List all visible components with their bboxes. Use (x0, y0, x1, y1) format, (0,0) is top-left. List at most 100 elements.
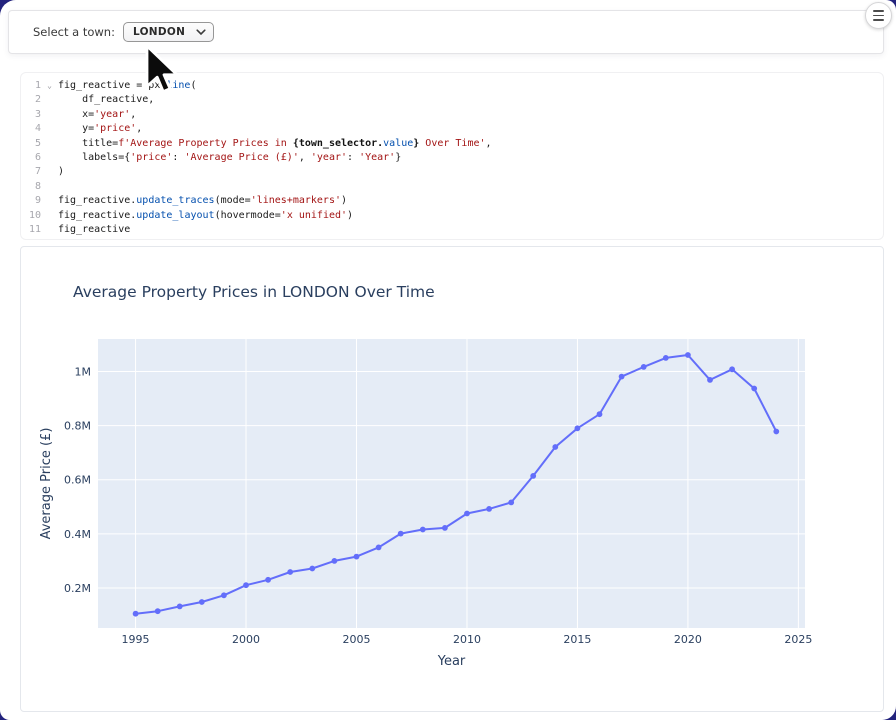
line-number: 7 (21, 165, 41, 179)
hamburger-icon (873, 19, 884, 21)
data-point[interactable] (420, 527, 426, 533)
notebook-card: Select a town: LONDON 1⌄fig_reactive = p… (0, 0, 896, 720)
code-editor[interactable]: 1⌄fig_reactive = px.line(2 df_reactive,3… (20, 72, 884, 240)
menu-button[interactable] (865, 2, 892, 29)
x-axis-title: Year (437, 654, 466, 669)
y-axis-title: Average Price (£) (39, 428, 54, 540)
code-line-text: fig_reactive = px.line( (58, 79, 197, 93)
line-number: 5 (21, 137, 41, 151)
data-point[interactable] (508, 500, 514, 506)
y-tick-label: 0.4M (64, 528, 91, 541)
code-line[interactable]: 7) (21, 165, 883, 179)
code-line-text: fig_reactive.update_layout(hovermode='x … (58, 209, 353, 223)
x-tick-label: 2000 (232, 633, 260, 646)
x-tick-label: 2025 (784, 633, 812, 646)
fold-spacer (41, 194, 58, 208)
code-line-text: labels={'price': 'Average Price (£)', 'y… (58, 151, 401, 165)
y-tick-label: 0.6M (64, 474, 91, 487)
y-tick-label: 0.2M (64, 582, 91, 595)
data-point[interactable] (309, 566, 315, 572)
code-line-text: ) (58, 165, 64, 179)
x-tick-label: 2020 (674, 633, 702, 646)
hamburger-icon (873, 10, 884, 12)
code-line[interactable]: 11 fig_reactive (21, 223, 883, 237)
data-point[interactable] (575, 425, 581, 431)
fold-spacer (41, 93, 58, 107)
line-number: 10 (21, 209, 41, 223)
data-point[interactable] (133, 611, 139, 617)
line-number: 9 (21, 194, 41, 208)
line-number: 1 (21, 79, 41, 93)
x-tick-label: 2005 (342, 633, 370, 646)
code-line-text: df_reactive, (58, 93, 154, 107)
code-line[interactable]: 4 y='price', (21, 122, 883, 136)
y-tick-label: 1M (75, 365, 92, 378)
data-point[interactable] (486, 506, 492, 512)
data-point[interactable] (221, 592, 227, 598)
data-point[interactable] (265, 577, 271, 583)
fold-arrow-icon[interactable]: ⌄ (41, 79, 58, 93)
data-point[interactable] (597, 411, 603, 417)
code-line-text: fig_reactive (58, 223, 130, 237)
fold-spacer (41, 223, 58, 237)
line-number: 2 (21, 93, 41, 107)
data-point[interactable] (552, 444, 558, 450)
town-select-label: Select a town: (33, 25, 115, 39)
x-tick-label: 2010 (453, 633, 481, 646)
code-line[interactable]: 2 df_reactive, (21, 93, 883, 107)
town-select-dropdown[interactable]: LONDON (123, 22, 214, 42)
data-point[interactable] (442, 525, 448, 531)
data-point[interactable] (685, 352, 691, 358)
code-line[interactable]: 3 x='year', (21, 108, 883, 122)
code-line[interactable]: 1⌄fig_reactive = px.line( (21, 79, 883, 93)
data-point[interactable] (354, 554, 360, 560)
data-point[interactable] (155, 608, 161, 614)
code-line-text: y='price', (58, 122, 142, 136)
fold-spacer (41, 180, 58, 194)
data-point[interactable] (641, 364, 647, 370)
code-line[interactable]: 10 fig_reactive.update_layout(hovermode='… (21, 209, 883, 223)
data-point[interactable] (530, 473, 536, 479)
x-tick-label: 2015 (563, 633, 591, 646)
y-tick-label: 0.8M (64, 420, 91, 433)
code-line[interactable]: 8 (21, 180, 883, 194)
line-number: 11 (21, 223, 41, 237)
fold-spacer (41, 137, 58, 151)
data-point[interactable] (619, 374, 625, 380)
line-number: 3 (21, 108, 41, 122)
data-point[interactable] (332, 558, 338, 564)
data-point[interactable] (663, 355, 669, 361)
data-point[interactable] (707, 377, 713, 383)
x-tick-label: 1995 (122, 633, 150, 646)
data-point[interactable] (177, 604, 183, 610)
data-point[interactable] (243, 582, 249, 588)
code-line[interactable]: 9 fig_reactive.update_traces(mode='lines+… (21, 194, 883, 208)
data-point[interactable] (751, 386, 757, 392)
code-line-text: x='year', (58, 108, 136, 122)
line-number: 6 (21, 151, 41, 165)
line-number: 4 (21, 122, 41, 136)
code-lines: 1⌄fig_reactive = px.line(2 df_reactive,3… (21, 79, 883, 237)
data-point[interactable] (464, 511, 470, 517)
data-point[interactable] (398, 531, 404, 537)
code-line-text: fig_reactive.update_traces(mode='lines+m… (58, 194, 347, 208)
data-point[interactable] (729, 366, 735, 372)
hamburger-icon (873, 15, 884, 17)
data-point[interactable] (773, 429, 779, 435)
code-line[interactable]: 6 labels={'price': 'Average Price (£)', … (21, 151, 883, 165)
code-line-text: title=f'Average Property Prices in {town… (58, 137, 492, 151)
town-select-value: LONDON (133, 26, 185, 38)
town-selector-panel: Select a town: LONDON (8, 10, 884, 54)
fold-spacer (41, 209, 58, 223)
code-line[interactable]: 5 title=f'Average Property Prices in {to… (21, 137, 883, 151)
data-point[interactable] (199, 599, 205, 605)
data-point[interactable] (376, 545, 382, 551)
fold-spacer (41, 151, 58, 165)
property-price-chart[interactable]: 1995 2000 2005 2010 2015 2020 2025 0.2M 0.4M 0.6M… (21, 247, 883, 711)
chart-output-panel: Average Property Prices in LONDON Over T… (20, 246, 884, 712)
data-point[interactable] (287, 569, 293, 575)
fold-spacer (41, 108, 58, 122)
plot-area[interactable] (98, 339, 805, 628)
line-number: 8 (21, 180, 41, 194)
chevron-down-icon (196, 29, 206, 36)
